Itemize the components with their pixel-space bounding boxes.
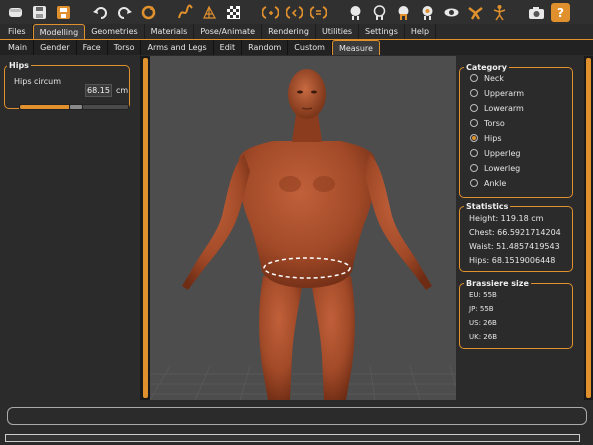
- statistics-group: Statistics Height: 119.18 cm Chest: 66.5…: [459, 202, 573, 272]
- sub-tab-bar: Main Gender Face Torso Arms and Legs Edit Rand…: [0, 39, 593, 55]
- left-panel-scrollbar[interactable]: [140, 56, 150, 400]
- category-option-label: Lowerarm: [484, 103, 524, 113]
- radio-button-icon[interactable]: [470, 119, 478, 127]
- hips-circum-unit: cm: [116, 86, 129, 95]
- category-option-label: Neck: [484, 73, 504, 83]
- main-tab-files[interactable]: Files: [2, 24, 33, 39]
- brassiere-size-title: Brassiere size: [464, 279, 531, 288]
- category-option-lowerarm[interactable]: Lowerarm: [470, 102, 524, 114]
- side-left-icon[interactable]: [309, 3, 328, 22]
- main-tab-rendering[interactable]: Rendering: [262, 24, 316, 39]
- top-view-icon[interactable]: [346, 3, 365, 22]
- radio-button-icon[interactable]: [470, 104, 478, 112]
- main-tab-bar: Files Modelling Geometries Materials Pose/An…: [0, 24, 593, 39]
- sub-tab-measure[interactable]: Measure: [331, 40, 380, 55]
- sub-tab-arms-and-legs[interactable]: Arms and Legs: [141, 40, 214, 55]
- smooth-icon[interactable]: [176, 3, 195, 22]
- wireframe-icon[interactable]: [200, 3, 219, 22]
- radio-button-icon[interactable]: [470, 134, 478, 142]
- left-panel: Hips Hips circum 68.15 cm: [0, 56, 140, 400]
- export-icon[interactable]: [54, 3, 73, 22]
- bra-eu: EU: 55B: [469, 291, 497, 299]
- head: [288, 69, 326, 119]
- background-icon[interactable]: [224, 3, 243, 22]
- hips-group: Hips Hips circum 68.15 cm: [4, 61, 130, 110]
- main-tab-pose-animate[interactable]: Pose/Animate: [194, 24, 263, 39]
- bra-jp: JP: 55B: [469, 305, 494, 313]
- screenshot-icon[interactable]: [527, 3, 546, 22]
- stat-waist: Waist: 51.4857419543: [469, 242, 560, 251]
- sub-tab-custom[interactable]: Custom: [288, 40, 332, 55]
- main-tab-settings[interactable]: Settings: [359, 24, 405, 39]
- help-icon[interactable]: ?: [551, 2, 570, 22]
- category-option-label: Lowerleg: [484, 163, 521, 173]
- bra-uk: UK: 26B: [469, 333, 498, 341]
- front-view-icon[interactable]: [261, 3, 280, 22]
- back-view-icon[interactable]: [285, 3, 304, 22]
- category-option-label: Ankle: [484, 178, 507, 188]
- category-option-label: Upperleg: [484, 148, 521, 158]
- radio-button-icon[interactable]: [470, 89, 478, 97]
- toolbar: ?: [0, 0, 593, 24]
- hips-circum-label: Hips circum: [14, 77, 62, 86]
- sub-tab-face[interactable]: Face: [77, 40, 108, 55]
- main-tab-modelling[interactable]: Modelling: [32, 24, 86, 39]
- side-right-icon[interactable]: [394, 3, 413, 22]
- statistics-title: Statistics: [464, 202, 511, 211]
- category-option-torso[interactable]: Torso: [470, 117, 505, 129]
- pose-icon[interactable]: [466, 3, 485, 22]
- bottom-area: [0, 400, 593, 445]
- sub-tab-random[interactable]: Random: [242, 40, 289, 55]
- right-panel: Category Neck Upperarm Lowerarm Torso Hips Up…: [456, 56, 584, 400]
- status-bar: [7, 407, 587, 425]
- category-option-upperarm[interactable]: Upperarm: [470, 87, 524, 99]
- eye-icon[interactable]: [442, 3, 461, 22]
- 3d-viewport[interactable]: [150, 56, 456, 400]
- progress-bar: [5, 434, 580, 442]
- bottom-view-icon[interactable]: [370, 3, 389, 22]
- reset-camera-icon[interactable]: [418, 3, 437, 22]
- sub-tab-edit[interactable]: Edit: [214, 40, 243, 55]
- brassiere-size-group: Brassiere size EU: 55B JP: 55B US: 26B U…: [459, 279, 573, 349]
- sub-tab-gender[interactable]: Gender: [34, 40, 77, 55]
- human-model-render: [150, 56, 456, 400]
- save-icon[interactable]: [30, 3, 49, 22]
- sub-tab-main[interactable]: Main: [2, 40, 35, 55]
- hips-circum-slider-handle[interactable]: [68, 104, 83, 110]
- stat-height: Height: 119.18 cm: [469, 214, 544, 223]
- main-tab-geometries[interactable]: Geometries: [85, 24, 145, 39]
- stat-hips: Hips: 68.1519006448: [469, 256, 556, 265]
- stat-chest: Chest: 66.5921714204: [469, 228, 561, 237]
- category-option-upperleg[interactable]: Upperleg: [470, 147, 520, 159]
- category-title: Category: [464, 63, 509, 72]
- right-panel-scrollbar[interactable]: [584, 56, 593, 400]
- category-option-label: Torso: [484, 118, 505, 128]
- sub-tab-torso[interactable]: Torso: [108, 40, 142, 55]
- bra-us: US: 26B: [469, 319, 497, 327]
- category-option-lowerleg[interactable]: Lowerleg: [470, 162, 520, 174]
- main-tab-help[interactable]: Help: [405, 24, 437, 39]
- undo-icon[interactable]: [91, 3, 110, 22]
- category-option-neck[interactable]: Neck: [470, 72, 504, 84]
- radio-button-icon[interactable]: [470, 74, 478, 82]
- redo-icon[interactable]: [115, 3, 134, 22]
- svg-text:?: ?: [557, 6, 564, 20]
- radio-button-icon[interactable]: [470, 149, 478, 157]
- new-file-icon[interactable]: [6, 3, 25, 22]
- hips-circum-value-field[interactable]: 68.15: [85, 84, 112, 97]
- hips-group-title: Hips: [7, 61, 31, 70]
- category-option-hips[interactable]: Hips: [470, 132, 501, 144]
- category-option-ankle[interactable]: Ankle: [470, 177, 506, 189]
- hips-circum-slider-fill: [20, 105, 69, 109]
- hips-circum-slider[interactable]: [19, 104, 129, 110]
- category-option-label: Upperarm: [484, 88, 525, 98]
- reset-icon[interactable]: [139, 3, 158, 22]
- main-tab-utilities[interactable]: Utilities: [316, 24, 360, 39]
- skeleton-icon[interactable]: [490, 3, 509, 22]
- category-group: Category Neck Upperarm Lowerarm Torso Hips Up…: [459, 63, 573, 198]
- category-option-label: Hips: [484, 133, 502, 143]
- radio-button-icon[interactable]: [470, 179, 478, 187]
- radio-button-icon[interactable]: [470, 164, 478, 172]
- main-tab-materials[interactable]: Materials: [145, 24, 195, 39]
